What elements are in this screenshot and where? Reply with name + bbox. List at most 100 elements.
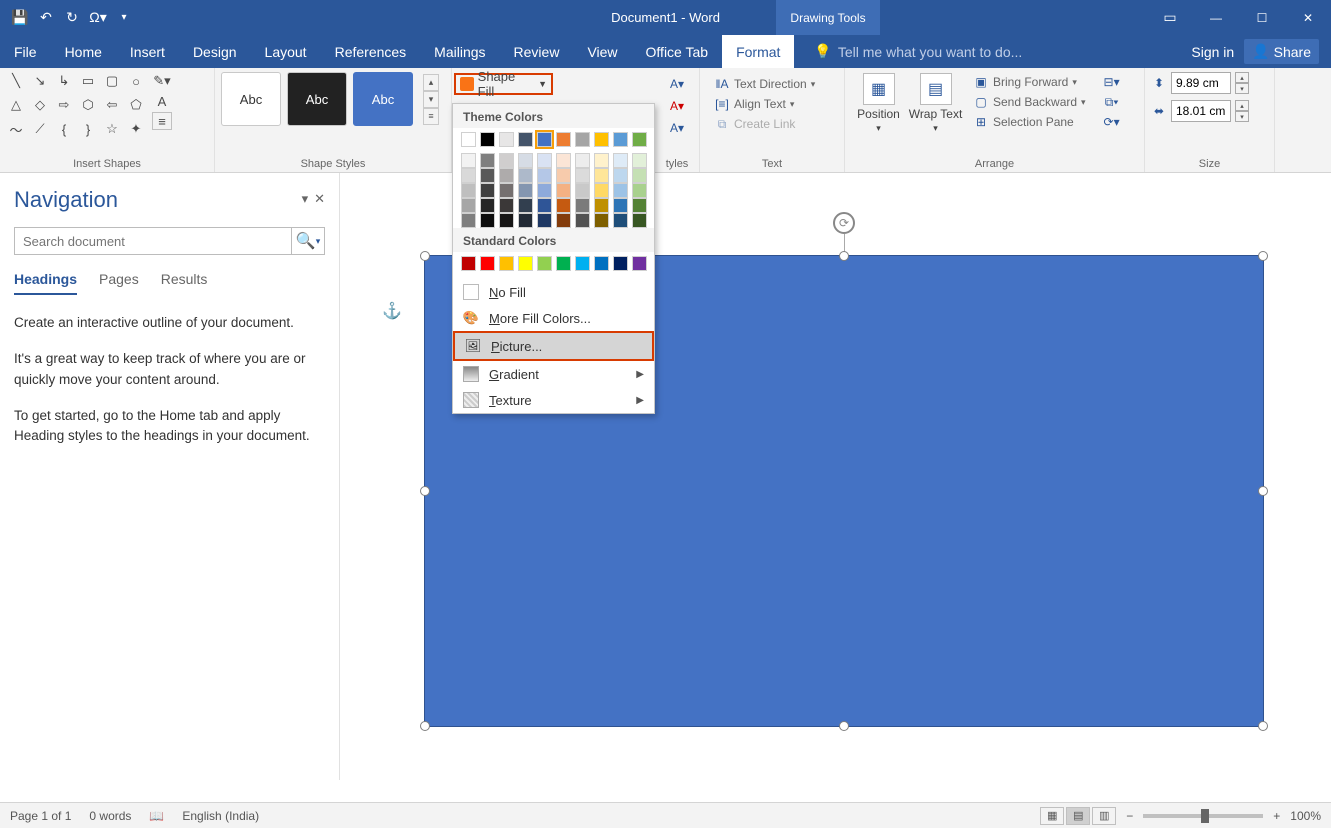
search-input[interactable] [14, 227, 291, 255]
color-swatch[interactable] [594, 213, 609, 228]
no-fill-item[interactable]: No Fill [453, 279, 654, 305]
color-swatch[interactable] [480, 198, 495, 213]
resize-handle[interactable] [839, 721, 849, 731]
qat-more-icon[interactable]: ▾ [114, 8, 134, 28]
color-swatch[interactable] [537, 168, 552, 183]
position-button[interactable]: ▦Position▾ [851, 72, 906, 134]
search-button[interactable]: 🔍▾ [291, 227, 325, 255]
color-swatch[interactable] [575, 168, 590, 183]
color-swatch[interactable] [499, 198, 514, 213]
zoom-slider[interactable] [1143, 814, 1263, 818]
web-layout-button[interactable]: ▥ [1092, 807, 1116, 825]
tab-insert[interactable]: Insert [116, 35, 179, 68]
color-swatch[interactable] [518, 168, 533, 183]
color-swatch[interactable] [518, 132, 533, 147]
shape-triangle-icon[interactable]: △ [6, 96, 26, 114]
color-swatch[interactable] [461, 168, 476, 183]
shape-star-icon[interactable]: ☆ [102, 120, 122, 138]
tab-format[interactable]: Format [722, 35, 794, 68]
color-swatch[interactable] [575, 256, 590, 271]
color-swatch[interactable] [556, 132, 571, 147]
color-swatch[interactable] [461, 213, 476, 228]
style-preset-2[interactable]: Abc [287, 72, 347, 126]
resize-handle[interactable] [420, 486, 430, 496]
word-count[interactable]: 0 words [89, 809, 131, 823]
wordart-fill-icon[interactable]: A▾ [669, 98, 685, 114]
proofing-icon[interactable]: 📖 [149, 809, 164, 823]
color-swatch[interactable] [537, 256, 552, 271]
text-box-icon[interactable]: A [152, 92, 172, 110]
color-swatch[interactable] [613, 153, 628, 168]
color-swatch[interactable] [537, 198, 552, 213]
color-swatch[interactable] [499, 153, 514, 168]
share-button[interactable]: 👤Share [1244, 39, 1319, 64]
height-field[interactable]: ⬍▴▾ [1151, 72, 1268, 94]
shape-arrow-icon[interactable]: ⇨ [54, 96, 74, 114]
style-preset-1[interactable]: Abc [221, 72, 281, 126]
color-swatch[interactable] [613, 213, 628, 228]
bring-forward-button[interactable]: ▣Bring Forward▾ [973, 74, 1086, 90]
width-input[interactable] [1171, 100, 1231, 122]
tab-home[interactable]: Home [51, 35, 116, 68]
color-swatch[interactable] [537, 132, 552, 147]
create-link-button[interactable]: ⧉Create Link [714, 116, 830, 132]
color-swatch[interactable] [594, 153, 609, 168]
shape-line-arrow-icon[interactable]: ↘ [30, 72, 50, 90]
color-swatch[interactable] [594, 168, 609, 183]
color-swatch[interactable] [594, 256, 609, 271]
shape-rect-icon[interactable]: ▭ [78, 72, 98, 90]
color-swatch[interactable] [499, 213, 514, 228]
color-swatch[interactable] [537, 153, 552, 168]
tab-design[interactable]: Design [179, 35, 251, 68]
tab-layout[interactable]: Layout [251, 35, 321, 68]
group-button[interactable]: ⧉▾ [1104, 94, 1120, 110]
color-swatch[interactable] [575, 213, 590, 228]
more-fill-colors-item[interactable]: 🎨More Fill Colors... [453, 305, 654, 331]
shapes-more-icon[interactable]: ≡ [152, 112, 172, 130]
color-swatch[interactable] [537, 183, 552, 198]
style-preset-3[interactable]: Abc [353, 72, 413, 126]
align-text-button[interactable]: [≡]Align Text▾ [714, 96, 830, 112]
tab-view[interactable]: View [573, 35, 631, 68]
print-layout-button[interactable]: ▤ [1066, 807, 1090, 825]
color-swatch[interactable] [499, 256, 514, 271]
shape-fill-button[interactable]: Shape Fill ▼ [454, 73, 553, 95]
color-swatch[interactable] [480, 213, 495, 228]
color-swatch[interactable] [461, 256, 476, 271]
text-direction-button[interactable]: ‖AText Direction▾ [714, 76, 830, 92]
tab-file[interactable]: File [0, 35, 51, 68]
width-field[interactable]: ⬌▴▾ [1151, 100, 1268, 122]
color-swatch[interactable] [499, 183, 514, 198]
edit-shape-icon[interactable]: ✎▾ [152, 72, 172, 90]
shape-arrowL-icon[interactable]: ⇦ [102, 96, 122, 114]
redo-icon[interactable]: ↻ [62, 8, 82, 28]
shape-pentagon-icon[interactable]: ⬠ [126, 96, 146, 114]
send-backward-button[interactable]: ▢Send Backward▾ [973, 94, 1086, 110]
tab-mailings[interactable]: Mailings [420, 35, 499, 68]
color-swatch[interactable] [556, 183, 571, 198]
align-button[interactable]: ⊟▾ [1104, 74, 1120, 90]
zoom-out-button[interactable]: − [1126, 809, 1133, 823]
sign-in-link[interactable]: Sign in [1191, 44, 1234, 60]
shape-line-icon[interactable]: ╲ [6, 72, 26, 90]
selection-pane-button[interactable]: ⊞Selection Pane [973, 114, 1086, 130]
wordart-quick-icon[interactable]: A▾ [669, 76, 685, 92]
color-swatch[interactable] [556, 256, 571, 271]
color-swatch[interactable] [518, 183, 533, 198]
tab-office-tab[interactable]: Office Tab [632, 35, 723, 68]
color-swatch[interactable] [556, 153, 571, 168]
color-swatch[interactable] [499, 132, 514, 147]
symbol-icon[interactable]: Ω▾ [88, 8, 108, 28]
style-gallery-scroll[interactable]: ▴▾≡ [423, 74, 439, 125]
color-swatch[interactable] [632, 183, 647, 198]
picture-fill-item[interactable]: 🖼Picture... [453, 331, 654, 361]
color-swatch[interactable] [575, 153, 590, 168]
color-swatch[interactable] [556, 168, 571, 183]
page-status[interactable]: Page 1 of 1 [10, 809, 71, 823]
color-swatch[interactable] [632, 213, 647, 228]
shape-brace-icon[interactable]: { [54, 120, 74, 138]
nav-close-icon[interactable]: ✕ [314, 191, 325, 207]
shape-roundrect-icon[interactable]: ▢ [102, 72, 122, 90]
nav-tab-results[interactable]: Results [161, 271, 208, 295]
read-mode-button[interactable]: ▦ [1040, 807, 1064, 825]
